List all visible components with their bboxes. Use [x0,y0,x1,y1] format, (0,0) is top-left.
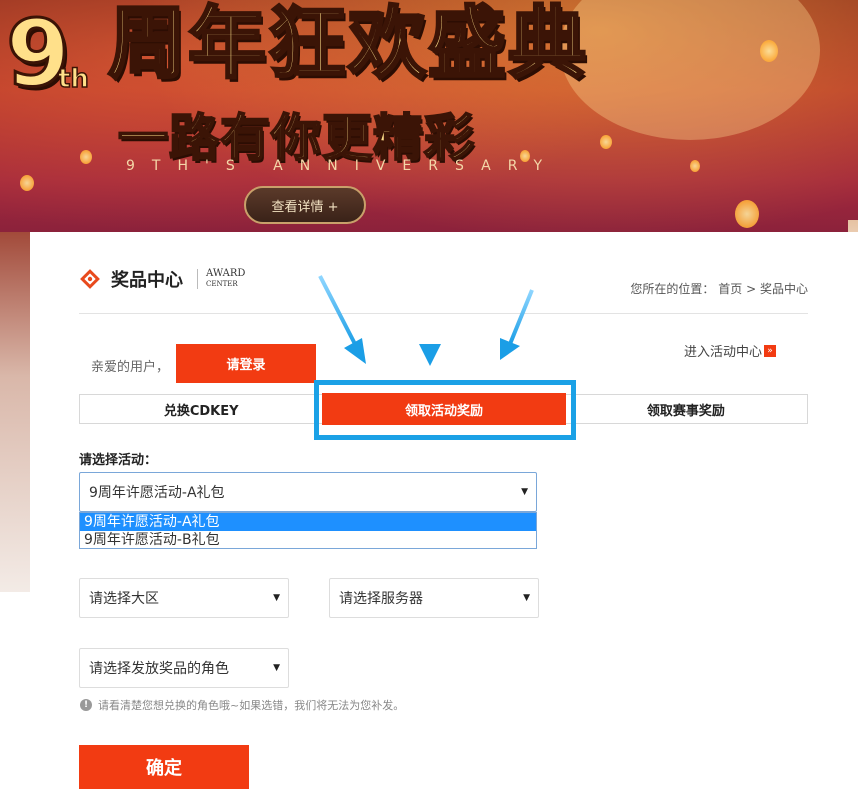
arrow-icon [500,289,534,360]
caret-down-icon: ▼ [273,593,280,603]
arrow-icon [419,264,441,366]
server-select-value: 请选择服务器 [339,591,423,607]
award-en-line1: AWARD [206,268,246,279]
arrow-icon [318,275,366,364]
role-hint: ! 请看清楚您想兑换的角色哦~如果选错，我们将无法为您补发。 [80,697,404,713]
login-button[interactable]: 请登录 [176,344,316,383]
role-select-value: 请选择发放奖品的角色 [89,661,229,677]
page-title: 奖品中心 [111,270,183,291]
section-header: 奖品中心 AWARD CENTER [79,266,245,292]
lantern-icon [690,160,700,172]
activity-option[interactable]: 9周年许愿活动-A礼包 [80,513,536,531]
greeting-text: 亲爱的用户， [91,360,170,375]
server-select[interactable]: 请选择服务器 ▼ [329,578,539,618]
banner-english: 9TH'S ANNIVERSARY [126,158,560,174]
activity-select-value: 9周年许愿活动-A礼包 [89,485,225,501]
hint-text: 请看清楚您想兑换的角色哦~如果选错，我们将无法为您补发。 [98,699,405,712]
activity-center-link[interactable]: 进入活动中心 » [684,341,777,360]
breadcrumb-current: 奖品中心 [759,282,808,296]
pointer-arrows [318,264,534,366]
region-select[interactable]: 请选择大区 ▼ [79,578,289,618]
activity-dropdown-list: 9周年许愿活动-A礼包 9周年许愿活动-B礼包 [79,512,537,549]
tab-activity-rewards[interactable]: 领取活动奖励 [322,393,566,425]
tab-event-rewards[interactable]: 领取赛事奖励 [565,395,807,423]
caret-down-icon: ▼ [521,487,528,497]
award-icon [79,268,101,290]
side-decoration [0,232,30,592]
activity-option[interactable]: 9周年许愿活动-B礼包 [80,531,536,549]
confirm-button[interactable]: 确定 [79,745,249,789]
caret-down-icon: ▼ [523,593,530,603]
caret-down-icon: ▼ [273,663,280,673]
activity-center-label: 进入活动中心 [684,345,763,360]
breadcrumb-prefix: 您所在的位置： [630,282,715,296]
breadcrumb-home-link[interactable]: 首页 [718,282,742,296]
banner-glow [560,0,820,140]
activity-select-label: 请选择活动： [79,453,158,468]
lantern-icon [760,40,778,62]
lantern-icon [735,200,759,228]
info-icon: ! [80,699,92,711]
award-en-line2: CENTER [206,280,238,288]
award-center-en: AWARD CENTER [197,269,245,289]
banner-title: 周年狂欢盛典 [106,0,589,89]
chevron-right-icon: » [764,344,777,357]
logo-suffix: th [57,63,89,95]
lantern-icon [600,135,612,149]
tab-cdkey[interactable]: 兑换CDKEY [80,395,322,423]
lantern-icon [20,175,34,191]
view-details-button[interactable]: 查看详情 + [244,186,366,224]
role-select[interactable]: 请选择发放奖品的角色 ▼ [79,648,289,688]
region-select-value: 请选择大区 [89,591,159,607]
breadcrumb-separator: > [746,282,757,296]
lantern-icon [80,150,92,164]
activity-select[interactable]: 9周年许愿活动-A礼包 ▼ [79,472,537,512]
breadcrumb: 您所在的位置： 首页 > 奖品中心 [630,280,808,297]
